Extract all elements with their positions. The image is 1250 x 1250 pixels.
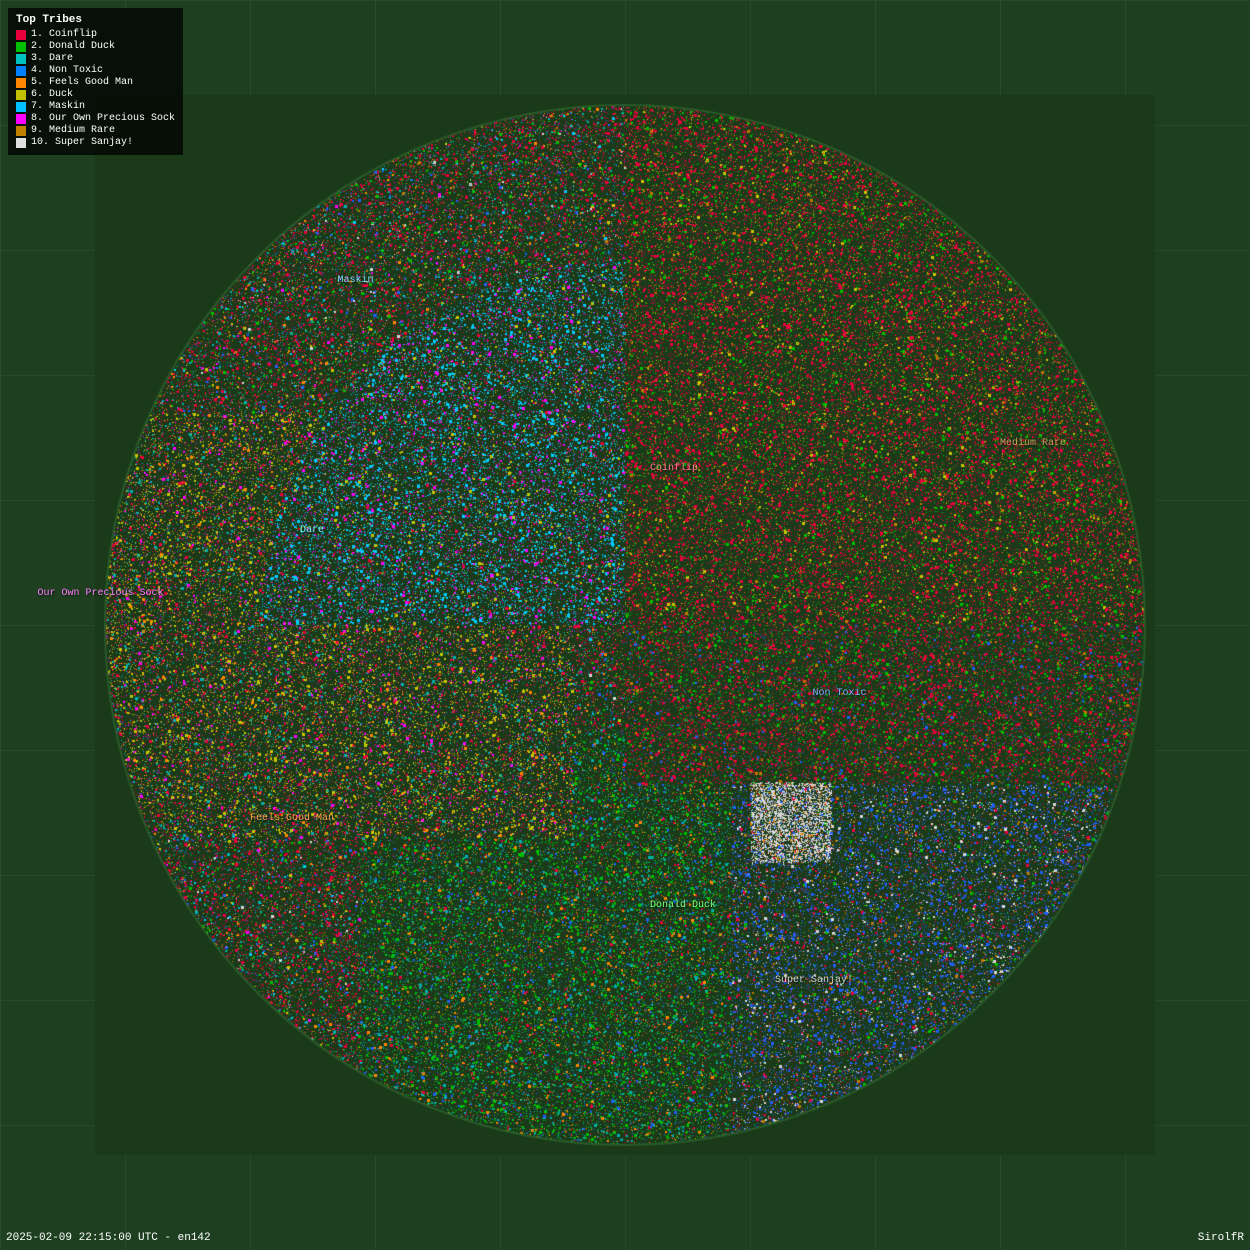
legend-color-swatch	[16, 90, 26, 100]
legend-item: 4. Non Toxic	[16, 65, 175, 76]
legend-item: 3. Dare	[16, 53, 175, 64]
legend: Top Tribes 1. Coinflip 2. Donald Duck 3.…	[8, 8, 183, 155]
legend-item-label: 4. Non Toxic	[31, 65, 103, 76]
legend-item: 9. Medium Rare	[16, 125, 175, 136]
legend-item-label: 3. Dare	[31, 53, 73, 64]
legend-item: 2. Donald Duck	[16, 41, 175, 52]
main-container: Maskin Coinflip Dare Our Own Precious So…	[0, 0, 1250, 1250]
legend-item: 10. Super Sanjay!	[16, 137, 175, 148]
legend-item: 8. Our Own Precious Sock	[16, 113, 175, 124]
legend-color-swatch	[16, 54, 26, 64]
legend-item: 1. Coinflip	[16, 29, 175, 40]
legend-item-label: 5. Feels Good Man	[31, 77, 133, 88]
watermark: SirolfR	[1198, 1232, 1244, 1244]
legend-item: 6. Duck	[16, 89, 175, 100]
legend-item-label: 10. Super Sanjay!	[31, 137, 133, 148]
legend-item-label: 7. Maskin	[31, 101, 85, 112]
legend-color-swatch	[16, 126, 26, 136]
legend-color-swatch	[16, 42, 26, 52]
legend-item-label: 9. Medium Rare	[31, 125, 115, 136]
legend-color-swatch	[16, 114, 26, 124]
map-canvas	[95, 95, 1155, 1155]
legend-color-swatch	[16, 138, 26, 148]
legend-item-label: 8. Our Own Precious Sock	[31, 113, 175, 124]
legend-color-swatch	[16, 102, 26, 112]
legend-items: 1. Coinflip 2. Donald Duck 3. Dare 4. No…	[16, 29, 175, 148]
legend-color-swatch	[16, 30, 26, 40]
timestamp: 2025-02-09 22:15:00 UTC - en142	[6, 1232, 211, 1244]
legend-item: 7. Maskin	[16, 101, 175, 112]
legend-color-swatch	[16, 78, 26, 88]
legend-item-label: 1. Coinflip	[31, 29, 97, 40]
legend-item: 5. Feels Good Man	[16, 77, 175, 88]
legend-item-label: 6. Duck	[31, 89, 73, 100]
legend-item-label: 2. Donald Duck	[31, 41, 115, 52]
legend-color-swatch	[16, 66, 26, 76]
legend-title: Top Tribes	[16, 14, 175, 26]
